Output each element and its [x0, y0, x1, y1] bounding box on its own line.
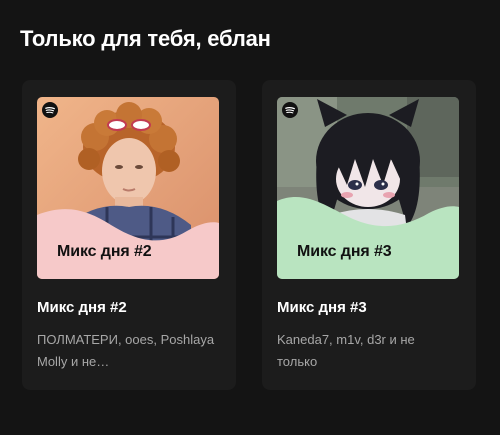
playlist-cover[interactable]: Микс дня #2: [37, 97, 219, 279]
playlist-title[interactable]: Микс дня #2: [37, 299, 127, 316]
spotify-icon: [282, 102, 298, 118]
cover-label: Микс дня #2: [57, 243, 152, 260]
playlist-card-daily-mix-3[interactable]: Микс дня #3 Микс дня #3 Kaneda7, m1v, d3…: [262, 80, 476, 390]
playlist-title[interactable]: Микс дня #3: [277, 299, 367, 316]
playlist-cover[interactable]: Микс дня #3: [277, 97, 459, 279]
playlist-card-daily-mix-2[interactable]: Микс дня #2 Микс дня #2 ПОЛМАТЕРИ, ooes,…: [22, 80, 236, 390]
cover-label: Микс дня #3: [297, 243, 392, 260]
spotify-icon: [42, 102, 58, 118]
playlist-description: ПОЛМАТЕРИ, ooes, Poshlaya Molly и не…: [37, 332, 215, 369]
playlist-description: Kaneda7, m1v, d3r и не только: [277, 332, 415, 369]
section-title[interactable]: Только для тебя, еблан: [20, 24, 271, 54]
